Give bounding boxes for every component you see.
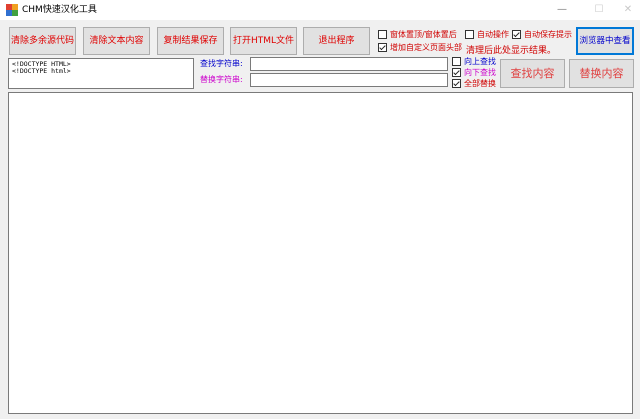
close-button[interactable]: ✕ [616, 0, 640, 20]
clear-extra-code-button[interactable]: 清除多余源代码 [9, 27, 76, 55]
find-label: 查找字符串: [200, 59, 243, 68]
open-html-button[interactable]: 打开HTML文件 [230, 27, 297, 55]
minimize-button[interactable]: — [547, 0, 577, 20]
browser-view-button[interactable]: 浏览器中查看 [576, 27, 634, 55]
find-button[interactable]: 查找内容 [500, 59, 565, 88]
app-icon [6, 4, 18, 16]
search-down-box[interactable] [452, 68, 461, 77]
search-down-label: 向下查找 [464, 68, 496, 77]
window-top-label: 窗体置顶/窗体置后 [390, 30, 457, 39]
maximize-button[interactable]: ☐ [584, 0, 614, 20]
window-top-box[interactable] [378, 30, 387, 39]
replace-all-checkbox[interactable]: 全部替换 [452, 79, 496, 89]
search-up-box[interactable] [452, 57, 461, 66]
exit-button[interactable]: 退出程序 [303, 27, 370, 55]
replace-all-box[interactable] [452, 79, 461, 88]
auto-save-prompt-label: 自动保存提示 [524, 30, 572, 39]
auto-save-prompt-checkbox[interactable]: 自动保存提示 [512, 30, 572, 40]
add-custom-header-checkbox[interactable]: 增加自定义页面头部 [378, 43, 462, 53]
code-line: <!DOCTYPE html> [12, 67, 71, 75]
search-up-label: 向上查找 [464, 57, 496, 66]
find-input[interactable] [250, 57, 448, 71]
auto-operate-box[interactable] [465, 30, 474, 39]
bottom-edge [0, 414, 640, 419]
replace-label: 替换字符串: [200, 75, 243, 84]
code-preview[interactable]: <!DOCTYPE HTML> <!DOCTYPE html> [8, 58, 194, 89]
clear-text-button[interactable]: 清除文本内容 [83, 27, 150, 55]
title-bar: CHM快速汉化工具 — ☐ ✕ [0, 0, 640, 20]
window-top-checkbox[interactable]: 窗体置顶/窗体置后 [378, 30, 457, 40]
search-up-checkbox[interactable]: 向上查找 [452, 57, 496, 67]
copy-save-button[interactable]: 复制结果保存 [157, 27, 224, 55]
add-custom-header-box[interactable] [378, 43, 387, 52]
search-down-checkbox[interactable]: 向下查找 [452, 68, 496, 78]
replace-button[interactable]: 替换内容 [569, 59, 634, 88]
window-title: CHM快速汉化工具 [22, 5, 97, 15]
auto-operate-label: 自动操作 [477, 30, 509, 39]
hint-text: 清理后此处显示结果。 [466, 46, 557, 56]
auto-operate-checkbox[interactable]: 自动操作 [465, 30, 509, 40]
add-custom-header-label: 增加自定义页面头部 [390, 43, 462, 52]
auto-save-prompt-box[interactable] [512, 30, 521, 39]
replace-all-label: 全部替换 [464, 79, 496, 88]
main-text-area[interactable] [8, 92, 633, 414]
replace-input[interactable] [250, 73, 448, 87]
